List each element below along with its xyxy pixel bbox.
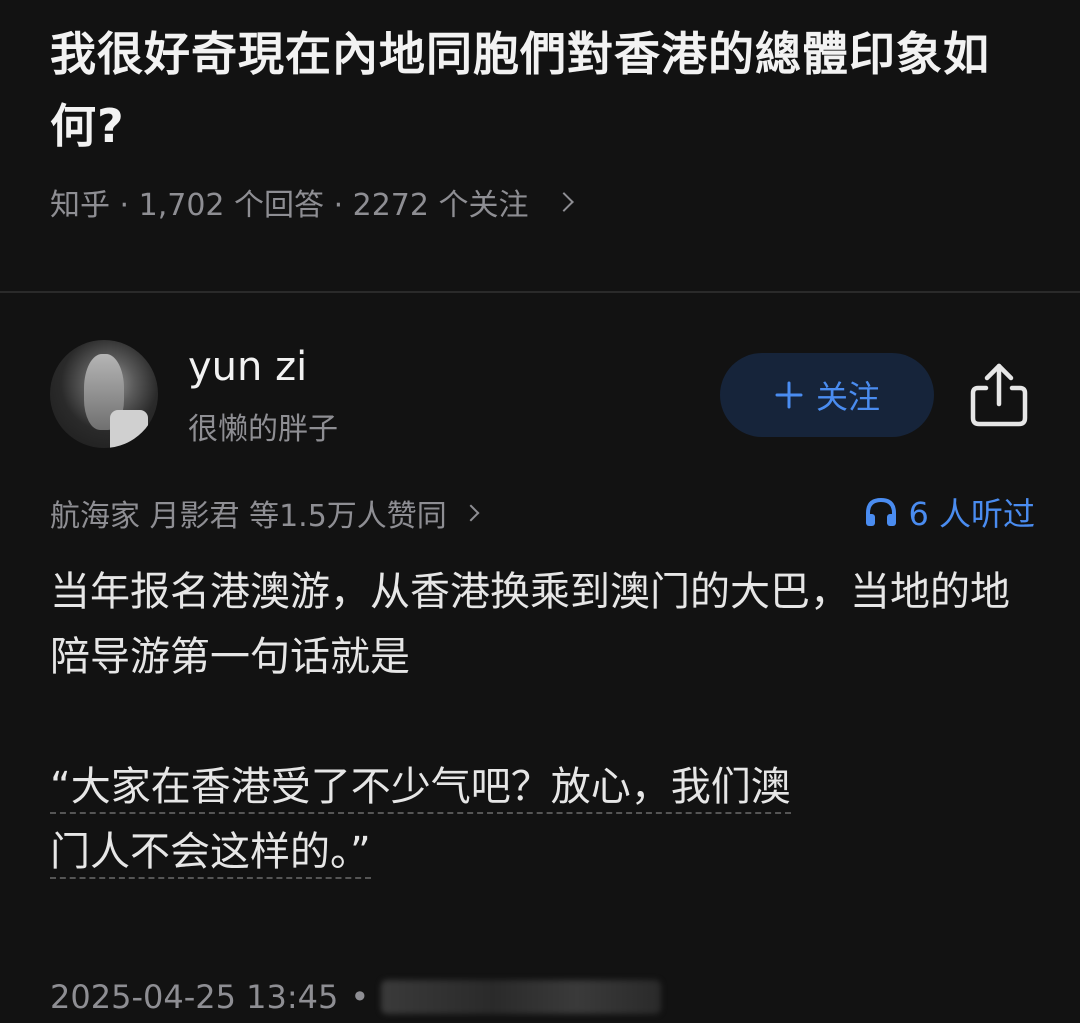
question-title[interactable]: 我很好奇現在內地同胞們對香港的總體印象如何? bbox=[50, 18, 1040, 162]
chevron-right-icon bbox=[553, 192, 574, 212]
author-subtitle: 很懒的胖子 bbox=[188, 412, 338, 447]
listened-text: 6 人听过 bbox=[908, 495, 1035, 533]
plus-icon bbox=[775, 381, 803, 409]
question-meta-row[interactable]: 知乎 · 1,702 个回答 · 2272 个关注 bbox=[50, 180, 1040, 224]
follow-label: 关注 bbox=[815, 379, 880, 415]
follow-button[interactable]: 关注 bbox=[720, 353, 934, 437]
chevron-right-icon bbox=[462, 504, 480, 522]
avatar[interactable] bbox=[50, 340, 158, 448]
divider bbox=[0, 291, 1080, 293]
headphones-icon bbox=[866, 497, 897, 526]
answer-footer: 2025-04-25 13:45 • bbox=[50, 978, 662, 1016]
author-block: yun zi 很懒的胖子 关注 bbox=[50, 340, 1040, 450]
endorse-text: 航海家 月影君 等1.5万人赞同 bbox=[50, 499, 447, 534]
endorse-row: 航海家 月影君 等1.5万人赞同 6 人听过 bbox=[50, 487, 1035, 535]
separator: • bbox=[350, 978, 370, 1016]
timestamp: 2025-04-25 13:45 bbox=[50, 978, 339, 1016]
share-icon[interactable] bbox=[968, 362, 1030, 428]
answer-quote: “大家在香港受了不少气吧？放心，我们澳 门人不会这样的。” bbox=[50, 755, 1050, 885]
answer-paragraph: 当年报名港澳游，从香港换乘到澳门的大巴，当地的地陪导游第一句话就是 bbox=[50, 569, 1010, 680]
blurred-location bbox=[381, 980, 662, 1014]
quote-line-1: “大家在香港受了不少气吧？放心，我们澳 bbox=[50, 764, 791, 814]
question-header: 我很好奇現在內地同胞們對香港的總體印象如何? 知乎 · 1,702 个回答 · … bbox=[50, 18, 1040, 224]
quote-line-2: 门人不会这样的。” bbox=[50, 829, 371, 879]
endorse-link[interactable]: 航海家 月影君 等1.5万人赞同 bbox=[50, 491, 480, 535]
author-name[interactable]: yun zi bbox=[188, 344, 307, 390]
answer-content[interactable]: 当年报名港澳游，从香港换乘到澳门的大巴，当地的地陪导游第一句话就是 “大家在香港… bbox=[50, 560, 1050, 885]
listened-indicator[interactable]: 6 人听过 bbox=[864, 489, 1035, 535]
question-meta: 知乎 · 1,702 个回答 · 2272 个关注 bbox=[50, 188, 529, 223]
